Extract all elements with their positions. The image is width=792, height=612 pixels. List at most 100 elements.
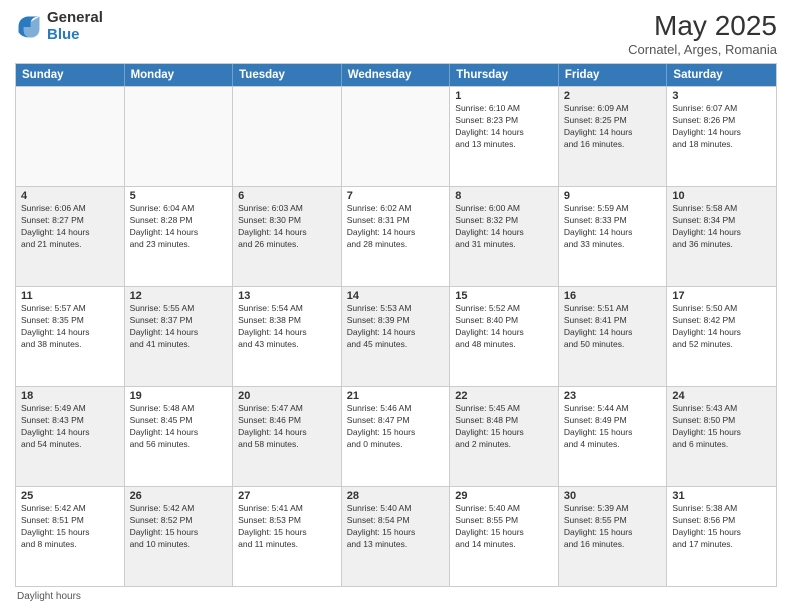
- calendar-cell: 14Sunrise: 5:53 AM Sunset: 8:39 PM Dayli…: [342, 287, 451, 386]
- calendar-cell: 31Sunrise: 5:38 AM Sunset: 8:56 PM Dayli…: [667, 487, 776, 586]
- calendar-cell: 26Sunrise: 5:42 AM Sunset: 8:52 PM Dayli…: [125, 487, 234, 586]
- day-info: Sunrise: 5:47 AM Sunset: 8:46 PM Dayligh…: [238, 403, 336, 451]
- calendar-cell: 2Sunrise: 6:09 AM Sunset: 8:25 PM Daylig…: [559, 87, 668, 186]
- calendar-cell: 16Sunrise: 5:51 AM Sunset: 8:41 PM Dayli…: [559, 287, 668, 386]
- calendar-cell: 24Sunrise: 5:43 AM Sunset: 8:50 PM Dayli…: [667, 387, 776, 486]
- calendar-title: May 2025: [628, 10, 777, 42]
- day-number: 11: [21, 290, 119, 302]
- day-number: 9: [564, 190, 662, 202]
- calendar-header-cell: Monday: [125, 64, 234, 86]
- calendar: SundayMondayTuesdayWednesdayThursdayFrid…: [15, 63, 777, 587]
- day-info: Sunrise: 6:07 AM Sunset: 8:26 PM Dayligh…: [672, 103, 771, 151]
- logo-icon: [15, 13, 43, 41]
- calendar-body: 1Sunrise: 6:10 AM Sunset: 8:23 PM Daylig…: [16, 86, 776, 586]
- day-number: 18: [21, 390, 119, 402]
- logo-text: General Blue: [47, 10, 103, 43]
- calendar-cell: 7Sunrise: 6:02 AM Sunset: 8:31 PM Daylig…: [342, 187, 451, 286]
- day-info: Sunrise: 5:49 AM Sunset: 8:43 PM Dayligh…: [21, 403, 119, 451]
- day-number: 13: [238, 290, 336, 302]
- day-number: 5: [130, 190, 228, 202]
- day-info: Sunrise: 5:54 AM Sunset: 8:38 PM Dayligh…: [238, 303, 336, 351]
- day-number: 22: [455, 390, 553, 402]
- calendar-week-row: 25Sunrise: 5:42 AM Sunset: 8:51 PM Dayli…: [16, 486, 776, 586]
- calendar-cell: 28Sunrise: 5:40 AM Sunset: 8:54 PM Dayli…: [342, 487, 451, 586]
- calendar-week-row: 18Sunrise: 5:49 AM Sunset: 8:43 PM Dayli…: [16, 386, 776, 486]
- calendar-cell: 15Sunrise: 5:52 AM Sunset: 8:40 PM Dayli…: [450, 287, 559, 386]
- calendar-cell: 3Sunrise: 6:07 AM Sunset: 8:26 PM Daylig…: [667, 87, 776, 186]
- calendar-cell: 5Sunrise: 6:04 AM Sunset: 8:28 PM Daylig…: [125, 187, 234, 286]
- calendar-header-cell: Tuesday: [233, 64, 342, 86]
- calendar-cell: [125, 87, 234, 186]
- calendar-cell: 9Sunrise: 5:59 AM Sunset: 8:33 PM Daylig…: [559, 187, 668, 286]
- calendar-cell: 8Sunrise: 6:00 AM Sunset: 8:32 PM Daylig…: [450, 187, 559, 286]
- day-info: Sunrise: 5:55 AM Sunset: 8:37 PM Dayligh…: [130, 303, 228, 351]
- day-info: Sunrise: 5:38 AM Sunset: 8:56 PM Dayligh…: [672, 503, 771, 551]
- calendar-cell: 17Sunrise: 5:50 AM Sunset: 8:42 PM Dayli…: [667, 287, 776, 386]
- day-info: Sunrise: 5:59 AM Sunset: 8:33 PM Dayligh…: [564, 203, 662, 251]
- day-info: Sunrise: 5:42 AM Sunset: 8:51 PM Dayligh…: [21, 503, 119, 551]
- day-info: Sunrise: 6:09 AM Sunset: 8:25 PM Dayligh…: [564, 103, 662, 151]
- day-number: 1: [455, 90, 553, 102]
- calendar-cell: 6Sunrise: 6:03 AM Sunset: 8:30 PM Daylig…: [233, 187, 342, 286]
- calendar-week-row: 11Sunrise: 5:57 AM Sunset: 8:35 PM Dayli…: [16, 286, 776, 386]
- calendar-cell: [16, 87, 125, 186]
- logo: General Blue: [15, 10, 103, 43]
- calendar-cell: [233, 87, 342, 186]
- calendar-cell: [342, 87, 451, 186]
- calendar-cell: 13Sunrise: 5:54 AM Sunset: 8:38 PM Dayli…: [233, 287, 342, 386]
- calendar-cell: 4Sunrise: 6:06 AM Sunset: 8:27 PM Daylig…: [16, 187, 125, 286]
- day-number: 7: [347, 190, 445, 202]
- day-info: Sunrise: 5:48 AM Sunset: 8:45 PM Dayligh…: [130, 403, 228, 451]
- day-number: 30: [564, 490, 662, 502]
- calendar-header-cell: Sunday: [16, 64, 125, 86]
- day-number: 28: [347, 490, 445, 502]
- calendar-header-cell: Thursday: [450, 64, 559, 86]
- calendar-cell: 21Sunrise: 5:46 AM Sunset: 8:47 PM Dayli…: [342, 387, 451, 486]
- day-info: Sunrise: 6:06 AM Sunset: 8:27 PM Dayligh…: [21, 203, 119, 251]
- day-number: 17: [672, 290, 771, 302]
- logo-general-text: General: [47, 10, 103, 27]
- day-number: 21: [347, 390, 445, 402]
- page: General Blue May 2025 Cornatel, Arges, R…: [0, 0, 792, 612]
- day-info: Sunrise: 6:02 AM Sunset: 8:31 PM Dayligh…: [347, 203, 445, 251]
- day-number: 16: [564, 290, 662, 302]
- day-number: 14: [347, 290, 445, 302]
- day-info: Sunrise: 5:57 AM Sunset: 8:35 PM Dayligh…: [21, 303, 119, 351]
- day-info: Sunrise: 6:00 AM Sunset: 8:32 PM Dayligh…: [455, 203, 553, 251]
- day-info: Sunrise: 6:03 AM Sunset: 8:30 PM Dayligh…: [238, 203, 336, 251]
- day-number: 2: [564, 90, 662, 102]
- day-number: 8: [455, 190, 553, 202]
- day-number: 25: [21, 490, 119, 502]
- day-info: Sunrise: 6:04 AM Sunset: 8:28 PM Dayligh…: [130, 203, 228, 251]
- day-number: 26: [130, 490, 228, 502]
- calendar-cell: 1Sunrise: 6:10 AM Sunset: 8:23 PM Daylig…: [450, 87, 559, 186]
- footer-note: Daylight hours: [15, 591, 777, 602]
- day-info: Sunrise: 5:52 AM Sunset: 8:40 PM Dayligh…: [455, 303, 553, 351]
- calendar-cell: 30Sunrise: 5:39 AM Sunset: 8:55 PM Dayli…: [559, 487, 668, 586]
- day-info: Sunrise: 5:40 AM Sunset: 8:55 PM Dayligh…: [455, 503, 553, 551]
- calendar-subtitle: Cornatel, Arges, Romania: [628, 42, 777, 57]
- calendar-cell: 27Sunrise: 5:41 AM Sunset: 8:53 PM Dayli…: [233, 487, 342, 586]
- day-info: Sunrise: 5:46 AM Sunset: 8:47 PM Dayligh…: [347, 403, 445, 451]
- calendar-cell: 12Sunrise: 5:55 AM Sunset: 8:37 PM Dayli…: [125, 287, 234, 386]
- day-info: Sunrise: 5:58 AM Sunset: 8:34 PM Dayligh…: [672, 203, 771, 251]
- day-number: 12: [130, 290, 228, 302]
- title-block: May 2025 Cornatel, Arges, Romania: [628, 10, 777, 57]
- day-number: 27: [238, 490, 336, 502]
- day-number: 20: [238, 390, 336, 402]
- day-number: 10: [672, 190, 771, 202]
- day-number: 6: [238, 190, 336, 202]
- calendar-week-row: 4Sunrise: 6:06 AM Sunset: 8:27 PM Daylig…: [16, 186, 776, 286]
- calendar-cell: 18Sunrise: 5:49 AM Sunset: 8:43 PM Dayli…: [16, 387, 125, 486]
- day-info: Sunrise: 5:42 AM Sunset: 8:52 PM Dayligh…: [130, 503, 228, 551]
- calendar-cell: 22Sunrise: 5:45 AM Sunset: 8:48 PM Dayli…: [450, 387, 559, 486]
- calendar-header-cell: Friday: [559, 64, 668, 86]
- day-info: Sunrise: 5:44 AM Sunset: 8:49 PM Dayligh…: [564, 403, 662, 451]
- calendar-header-cell: Saturday: [667, 64, 776, 86]
- calendar-cell: 19Sunrise: 5:48 AM Sunset: 8:45 PM Dayli…: [125, 387, 234, 486]
- day-number: 3: [672, 90, 771, 102]
- day-number: 23: [564, 390, 662, 402]
- calendar-week-row: 1Sunrise: 6:10 AM Sunset: 8:23 PM Daylig…: [16, 86, 776, 186]
- header: General Blue May 2025 Cornatel, Arges, R…: [15, 10, 777, 57]
- day-number: 19: [130, 390, 228, 402]
